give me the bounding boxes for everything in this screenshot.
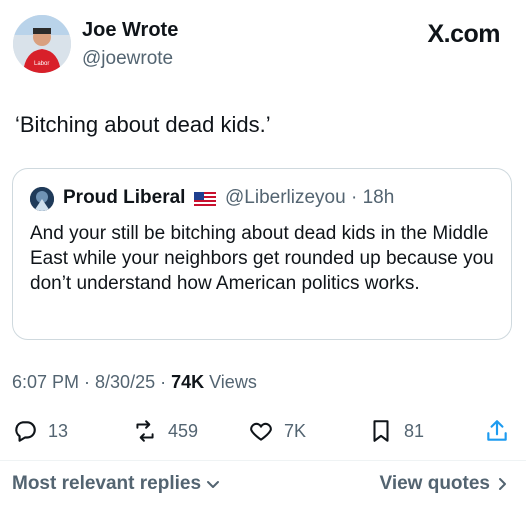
- brand-watermark: X.com: [427, 20, 500, 48]
- bookmark-count: 81: [404, 420, 425, 441]
- us-flag-icon: [194, 192, 216, 206]
- repost-icon: [136, 420, 154, 442]
- repost-button[interactable]: 459: [132, 417, 198, 445]
- divider: [0, 460, 526, 461]
- reply-icon: [15, 421, 36, 442]
- like-button[interactable]: 7K: [248, 417, 306, 445]
- heart-icon: [250, 422, 272, 441]
- quoted-display-name[interactable]: Proud Liberal: [63, 187, 185, 209]
- quoted-tweet-card[interactable]: Proud Liberal @Liberlizeyou · 18h And yo…: [12, 168, 512, 340]
- view-quotes-link[interactable]: View quotes: [379, 473, 510, 495]
- bookmark-button[interactable]: 81: [368, 417, 424, 445]
- quoted-handle-time[interactable]: @Liberlizeyou · 18h: [225, 187, 394, 209]
- avatar[interactable]: Labor: [13, 15, 71, 73]
- reply-button[interactable]: 13: [12, 417, 68, 445]
- share-icon: [487, 420, 507, 441]
- reply-sort-dropdown[interactable]: Most relevant replies: [12, 473, 221, 495]
- timestamp[interactable]: 6:07 PM · 8/30/25 ·: [12, 372, 171, 392]
- tweet-text: ‘Bitching about dead kids.’: [15, 112, 271, 137]
- chevron-right-icon: [499, 478, 506, 490]
- bookmark-icon: [373, 420, 389, 442]
- repost-count: 459: [168, 420, 199, 441]
- like-count: 7K: [284, 420, 307, 441]
- reply-sort-label: Most relevant replies: [12, 473, 202, 494]
- views-count: 74K: [171, 372, 205, 392]
- share-button[interactable]: [484, 417, 520, 445]
- reply-count: 13: [48, 420, 69, 441]
- views-label: Views: [204, 372, 257, 392]
- tweet-meta: 6:07 PM · 8/30/25 · 74K Views: [12, 372, 257, 393]
- chevron-down-icon: [207, 481, 220, 488]
- user-handle[interactable]: @joewrote: [82, 48, 173, 70]
- display-name[interactable]: Joe Wrote: [82, 19, 178, 42]
- quoted-avatar[interactable]: [30, 187, 54, 211]
- avatar-image: Labor: [13, 15, 71, 73]
- view-quotes-label: View quotes: [379, 473, 490, 494]
- quoted-tweet-text: And your still be bitching about dead ki…: [30, 223, 494, 294]
- quoted-avatar-image: [30, 187, 54, 211]
- avatar-badge-text: Labor: [34, 61, 49, 67]
